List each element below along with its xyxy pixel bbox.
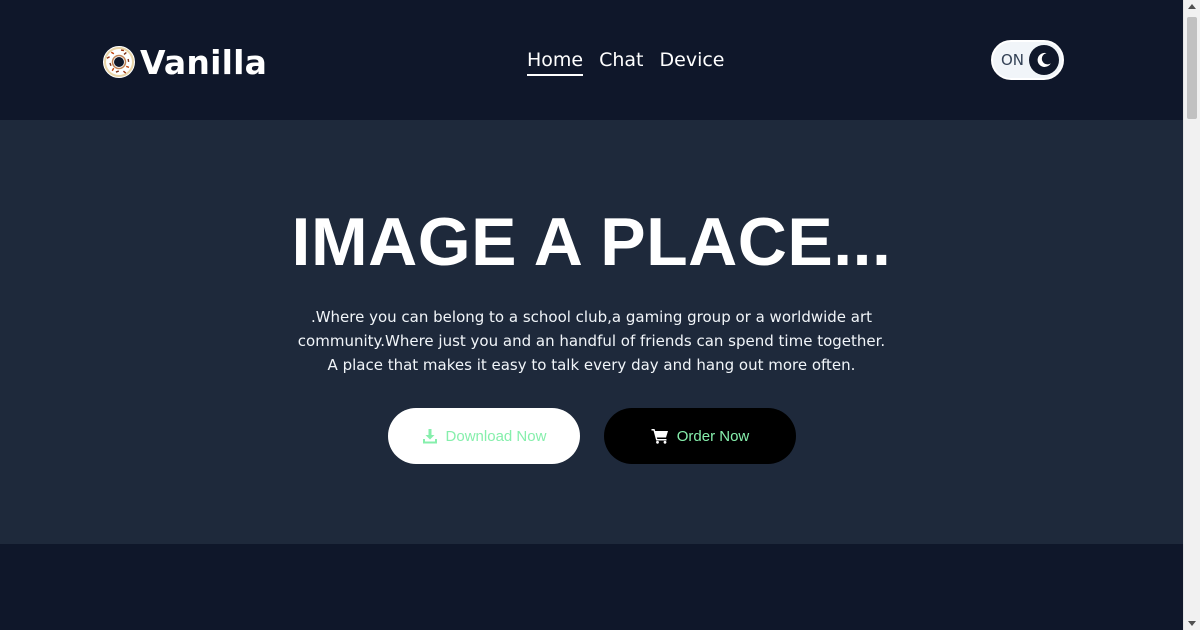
nav-chat-link[interactable]: Chat [599,48,643,76]
theme-toggle[interactable]: ON [991,40,1064,80]
hero-description: .Where you can belong to a school club,a… [297,308,886,374]
scroll-down-arrow-icon[interactable] [1188,621,1196,626]
main-nav: Home Chat Device [527,48,741,76]
cart-icon [651,429,668,444]
scrollbar-thumb[interactable] [1187,17,1197,119]
nav-home-link[interactable]: Home [527,48,584,76]
hero-section: IMAGE A PLACE... .Where you can belong t… [0,120,1183,544]
order-now-label: Order Now [676,427,750,445]
vertical-scrollbar[interactable] [1183,0,1200,630]
download-now-label: Download Now [445,427,547,445]
moon-icon [1037,52,1051,67]
brand-name: Vanilla [140,42,268,82]
lower-section [0,544,1183,630]
hero-title: IMAGE A PLACE... [291,204,892,280]
theme-toggle-knob [1029,45,1059,75]
nav-device-link[interactable]: Device [660,48,725,76]
order-now-button[interactable]: Order Now [604,408,796,464]
brand-logo[interactable]: Vanilla [102,42,267,82]
page-viewport: Vanilla Home Chat Device ON IMAGE A PLAC… [0,0,1183,630]
theme-toggle-label: ON [1001,51,1025,69]
donut-icon [103,46,135,78]
scroll-up-arrow-icon[interactable] [1188,4,1196,9]
site-header: Vanilla Home Chat Device ON [0,0,1183,120]
download-now-button[interactable]: Download Now [388,408,580,464]
download-icon [422,429,437,444]
